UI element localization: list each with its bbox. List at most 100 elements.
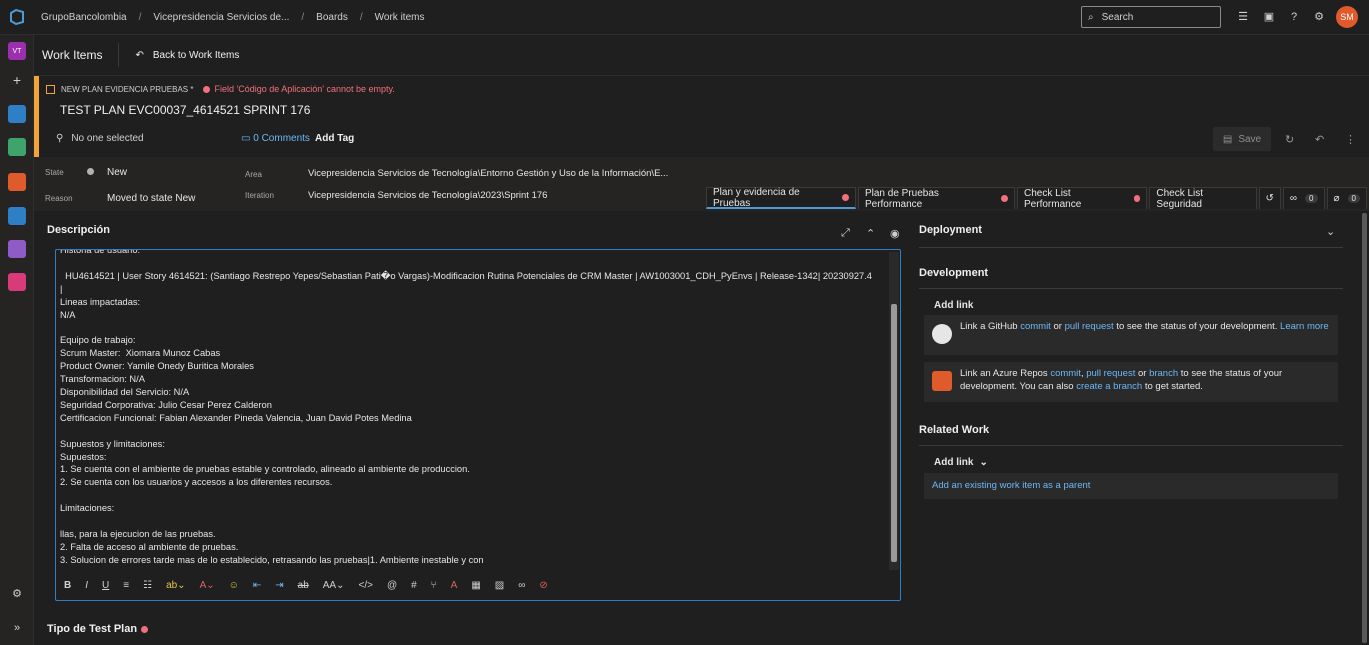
development-add-link[interactable]: Add link xyxy=(934,300,973,311)
assigned-to[interactable]: ⚲ No one selected xyxy=(56,133,144,144)
tab-links[interactable]: ∞ 0 xyxy=(1282,187,1325,209)
artifacts-icon[interactable] xyxy=(8,273,26,291)
italic-icon[interactable]: I xyxy=(85,580,88,591)
work-item-mention-icon[interactable]: # xyxy=(411,580,417,591)
github-commit-link[interactable]: commit xyxy=(1020,321,1051,332)
add-parent-link[interactable]: Add an existing work item as a parent xyxy=(932,479,1090,492)
table-icon[interactable]: ▦ xyxy=(471,580,480,591)
marketplace-bag-icon[interactable]: ▣ xyxy=(1262,10,1276,24)
save-button[interactable]: ▤ Save xyxy=(1213,127,1271,151)
area-value[interactable]: Vicepresidencia Servicios de Tecnología\… xyxy=(308,168,668,179)
assigned-to-value: No one selected xyxy=(71,133,144,144)
related-add-link[interactable]: Add link ⌄ xyxy=(934,457,988,468)
comments-count: 0 Comments xyxy=(253,133,310,144)
test-plans-icon[interactable] xyxy=(8,240,26,258)
description-header: Descripción xyxy=(47,224,110,236)
comments-link[interactable]: ▭ 0 Comments xyxy=(241,133,310,144)
user-avatar[interactable]: SM xyxy=(1336,6,1358,28)
links-count: 0 xyxy=(1305,194,1318,203)
editor-scroll-thumb[interactable] xyxy=(891,304,897,562)
outdent-icon[interactable]: ⇤ xyxy=(253,580,261,591)
azure-pull-request-link[interactable]: pull request xyxy=(1086,368,1135,379)
azure-text: to get started. xyxy=(1142,381,1203,392)
azure-repos-icon xyxy=(932,371,952,391)
highlight-icon[interactable]: ab⌄ xyxy=(166,580,186,591)
tab-plan-evidencia[interactable]: Plan y evidencia de Pruebas xyxy=(706,187,856,209)
pipelines-icon[interactable] xyxy=(8,207,26,225)
description-line: Supuestos: xyxy=(60,451,107,462)
add-tag-button[interactable]: Add Tag xyxy=(315,133,354,144)
emoji-icon[interactable]: ☺ xyxy=(229,580,239,591)
chevron-down-icon[interactable]: ⌄ xyxy=(1326,225,1335,238)
github-learn-more-link[interactable]: Learn more xyxy=(1280,321,1329,332)
tab-attachments[interactable]: ⌀ 0 xyxy=(1326,187,1367,209)
underline-icon[interactable]: U xyxy=(102,580,109,591)
code-icon[interactable]: </> xyxy=(358,580,372,591)
iteration-value[interactable]: Vicepresidencia Servicios de Tecnología\… xyxy=(308,190,547,201)
page-scroll-thumb[interactable] xyxy=(1362,213,1367,643)
state-value[interactable]: New xyxy=(107,167,127,178)
font-color-icon[interactable]: A⌄ xyxy=(200,580,215,591)
azure-commit-link[interactable]: commit xyxy=(1050,368,1081,379)
boards-icon[interactable] xyxy=(8,138,26,156)
task-list-icon[interactable]: ☰ xyxy=(1236,10,1250,24)
refresh-icon[interactable]: ↻ xyxy=(1285,133,1294,146)
azure-branch-link[interactable]: branch xyxy=(1149,368,1178,379)
undo-icon[interactable]: ↶ xyxy=(1315,133,1324,146)
editor-scrollbar[interactable] xyxy=(889,252,899,570)
description-line: 1. Se cuenta con el ambiente de pruebas … xyxy=(60,464,470,475)
tab-label: Check List Seguridad xyxy=(1156,187,1204,210)
work-item-title[interactable]: TEST PLAN EVC00037_4614521 SPRINT 176 xyxy=(60,103,310,117)
numbered-list-icon[interactable]: ☷ xyxy=(143,580,152,591)
error-icon xyxy=(1001,195,1009,202)
breadcrumb-boards[interactable]: Boards xyxy=(316,12,348,23)
visibility-icon[interactable]: ◉ xyxy=(890,227,900,240)
breadcrumb-work-items[interactable]: Work items xyxy=(375,12,425,23)
deployment-header[interactable]: Deployment xyxy=(919,224,982,236)
expand-nav-icon[interactable]: » xyxy=(8,619,26,637)
create-branch-link[interactable]: create a branch xyxy=(1076,381,1142,392)
bullet-list-icon[interactable]: ≡ xyxy=(123,580,129,591)
reason-value[interactable]: Moved to state New xyxy=(107,193,195,204)
description-editor[interactable]: Historia de usuario: HU4614521 | User St… xyxy=(55,249,901,601)
image-icon[interactable]: ▨ xyxy=(495,580,504,591)
font-size-icon[interactable]: AA⌄ xyxy=(323,580,345,591)
back-to-work-items-link[interactable]: ↶ Back to Work Items xyxy=(135,50,239,61)
github-pull-request-link[interactable]: pull request xyxy=(1065,321,1114,332)
tab-check-list-seguridad[interactable]: Check List Seguridad xyxy=(1149,187,1257,210)
breadcrumb-separator: / xyxy=(359,11,363,23)
editor-toolbar: B I U ≡ ☷ ab⌄ A⌄ ☺ ⇤ ⇥ ab AA⌄ </> @ # ⑂ … xyxy=(64,576,548,594)
top-bar: GrupoBancolombia / Vicepresidencia Servi… xyxy=(0,0,1369,35)
tab-plan-pruebas-performance[interactable]: Plan de Pruebas Performance xyxy=(857,187,1016,210)
repos-icon[interactable] xyxy=(8,173,26,191)
add-icon[interactable]: + xyxy=(8,71,26,89)
description-text[interactable]: Historia de usuario: HU4614521 | User St… xyxy=(60,250,886,566)
project-avatar[interactable]: VT xyxy=(8,42,26,60)
breadcrumb-project[interactable]: Vicepresidencia Servicios de... xyxy=(153,12,289,23)
bold-icon[interactable]: B xyxy=(64,580,71,591)
tab-history[interactable]: ↺ xyxy=(1258,187,1281,209)
validation-error: Field 'Código de Aplicación' cannot be e… xyxy=(203,84,395,94)
test-plan-type-section: Tipo de Test Plan xyxy=(47,623,149,635)
page-scrollbar[interactable] xyxy=(1360,211,1369,645)
development-header: Development xyxy=(919,267,989,279)
tab-check-list-performance[interactable]: Check List Performance xyxy=(1017,187,1148,210)
pull-request-mention-icon[interactable]: ⑂ xyxy=(431,580,437,591)
overview-icon[interactable] xyxy=(8,105,26,123)
link-icon[interactable]: ∞ xyxy=(518,580,525,591)
unlink-icon[interactable]: ⊘ xyxy=(539,580,547,591)
search-box[interactable]: ⌕ Search xyxy=(1081,6,1221,28)
user-settings-icon[interactable]: ⚙ xyxy=(1312,10,1326,24)
more-actions-icon[interactable]: ⋮ xyxy=(1345,133,1356,146)
azure-devops-logo-icon[interactable] xyxy=(0,0,34,35)
breadcrumb-org[interactable]: GrupoBancolombia xyxy=(41,12,127,23)
clear-format-icon[interactable]: A xyxy=(451,580,458,591)
maximize-icon[interactable]: ⤢ xyxy=(841,227,850,240)
collapse-icon[interactable]: ⌃ xyxy=(866,227,875,240)
help-icon[interactable]: ? xyxy=(1287,10,1301,24)
strikethrough-icon[interactable]: ab xyxy=(298,580,309,591)
mention-icon[interactable]: @ xyxy=(387,580,397,591)
indent-icon[interactable]: ⇥ xyxy=(275,580,283,591)
work-item-type: NEW PLAN EVIDENCIA PRUEBAS * Field 'Códi… xyxy=(46,84,395,94)
project-settings-icon[interactable]: ⚙ xyxy=(8,585,26,603)
